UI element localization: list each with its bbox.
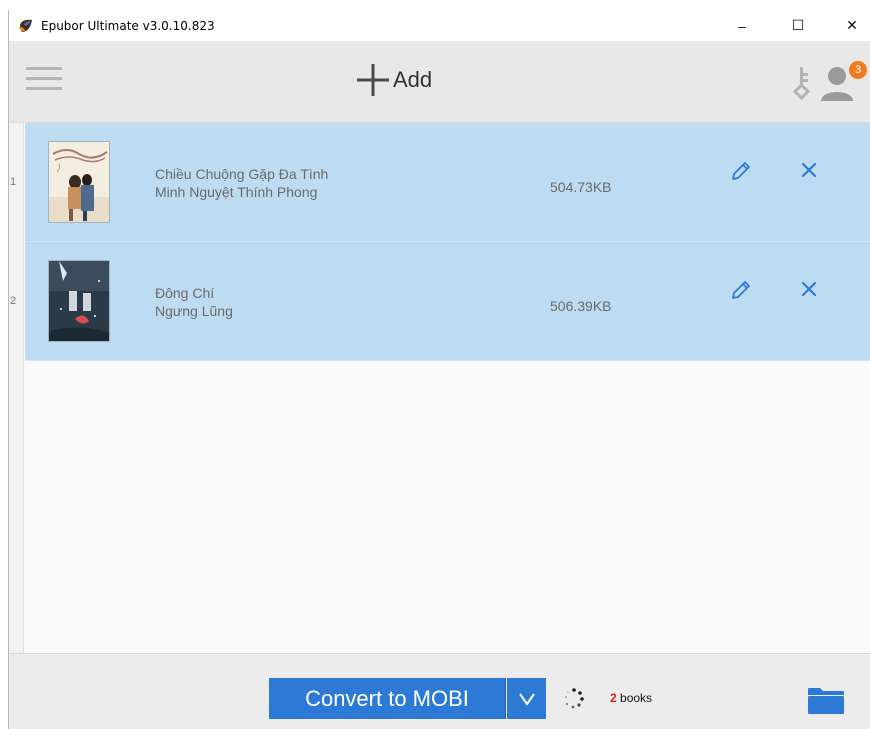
remove-icon[interactable]: [799, 160, 819, 180]
book-cover: [48, 141, 110, 223]
book-author: Ngưng Lũng: [155, 303, 233, 319]
minimize-button[interactable]: –: [719, 10, 765, 41]
add-label: Add: [393, 67, 433, 92]
app-window: Epubor Ultimate v3.0.10.823 – ☐ ✕ Add 3 …: [8, 10, 870, 729]
book-list: 1 Chiều Chuộng Gặp Đa Tình Minh Nguyệt T…: [9, 123, 870, 653]
book-count: 2 books: [610, 691, 652, 705]
app-logo-icon: [19, 19, 32, 32]
convert-button[interactable]: Convert to MOBI: [269, 678, 506, 719]
close-icon: ✕: [846, 17, 858, 33]
book-title: Đông Chí: [155, 285, 215, 301]
book-cover: [48, 260, 110, 342]
minimize-icon: –: [738, 17, 746, 34]
book-cover-art: [49, 142, 109, 222]
edit-icon[interactable]: [729, 278, 753, 302]
notification-badge: 3: [849, 61, 867, 79]
book-count-number: 2: [610, 691, 617, 705]
row-number: 2: [10, 295, 17, 307]
row-number: 1: [10, 176, 17, 188]
output-format-dropdown-button[interactable]: [507, 678, 546, 719]
spinner-icon: [564, 688, 584, 709]
plus-icon: [357, 64, 389, 96]
book-size: 504.73KB: [550, 179, 612, 195]
window-title: Epubor Ultimate v3.0.10.823: [41, 18, 215, 33]
maximize-button[interactable]: ☐: [775, 10, 821, 41]
menu-icon: [26, 67, 64, 90]
menu-button[interactable]: [26, 67, 64, 97]
edit-icon[interactable]: [729, 159, 753, 183]
key-icon[interactable]: [790, 65, 814, 101]
convert-label: Convert to MOBI: [305, 685, 469, 711]
title-bar: Epubor Ultimate v3.0.10.823 – ☐ ✕: [9, 10, 870, 41]
list-item[interactable]: 2 Đông Chí Ngưng Lũng 506.39KB: [9, 242, 870, 361]
maximize-icon: ☐: [791, 17, 805, 33]
add-button[interactable]: Add: [355, 61, 432, 99]
folder-icon[interactable]: [807, 687, 845, 715]
book-count-label: books: [616, 691, 653, 705]
remove-icon[interactable]: [799, 279, 819, 299]
book-size: 506.39KB: [550, 298, 612, 314]
close-button[interactable]: ✕: [829, 10, 870, 41]
book-author: Minh Nguyệt Thính Phong: [155, 184, 318, 200]
bottom-bar: Convert to MOBI 2 books: [9, 653, 870, 729]
book-cover-art: [49, 261, 109, 341]
list-item[interactable]: 1 Chiều Chuộng Gặp Đa Tình Minh Nguyệt T…: [9, 123, 870, 242]
account-button[interactable]: 3: [819, 61, 867, 103]
chevron-down-icon: [518, 692, 535, 706]
book-title: Chiều Chuộng Gặp Đa Tình: [155, 166, 329, 182]
row-divider: [25, 360, 870, 361]
toolbar: Add 3: [9, 41, 870, 123]
